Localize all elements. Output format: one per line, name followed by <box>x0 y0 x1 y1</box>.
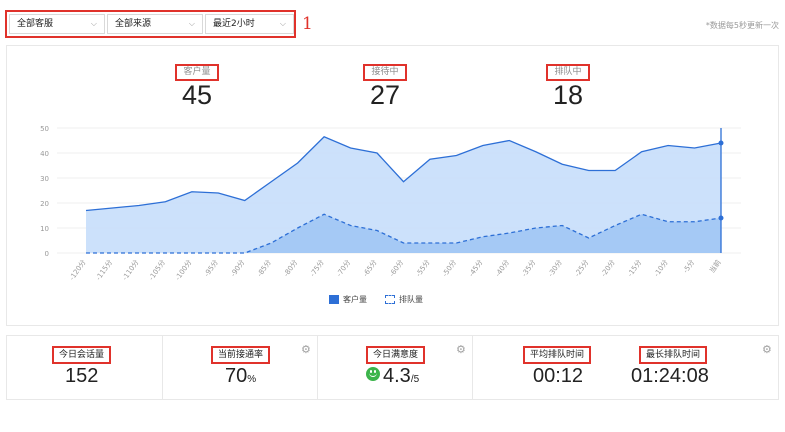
customer-queue-area-chart[interactable]: 0 10 20 30 40 50 -120分 -115分 -110分 -105分 -100分 -95分… <box>7 46 780 291</box>
avg-queue-time-label: 平均排队时间 <box>523 346 592 364</box>
metric-queue-time: 平均排队时间 00:12 最长排队时间 01:24:08 ⚙ <box>472 336 778 399</box>
agent-filter-select[interactable]: 全部客服 ⌵ <box>9 14 105 34</box>
legend-label-queue: 排队量 <box>399 295 423 304</box>
source-filter-value: 全部来源 <box>115 19 152 29</box>
update-note: *数据每5秒更新一次 <box>705 21 779 30</box>
chart-legend: 客户量 排队量 <box>329 294 423 305</box>
metric-sessions-today: 今日会话量 152 <box>7 336 162 399</box>
x-tick-label: -55分 <box>414 258 432 278</box>
x-tick-label: -45分 <box>467 258 485 278</box>
x-tick-label: -65分 <box>361 258 379 278</box>
sessions-today-label: 今日会话量 <box>52 346 112 364</box>
avg-queue-time-value: 00:12 <box>533 365 584 387</box>
x-tick-label: -80分 <box>281 258 299 278</box>
connect-rate-value: 70% <box>225 366 256 390</box>
time-range-value: 最近2小时 <box>213 19 255 29</box>
satisfaction-unit: /5 <box>410 374 420 385</box>
x-tick-label: 当前 <box>707 258 722 275</box>
chevron-down-icon: ⌵ <box>188 19 195 28</box>
satisfaction-label: 今日满意度 <box>366 346 426 364</box>
x-tick-label: -40分 <box>493 258 511 278</box>
x-tick-label: -25分 <box>572 258 590 278</box>
x-tick-label: -35分 <box>519 258 537 278</box>
source-filter-select[interactable]: 全部来源 ⌵ <box>107 14 203 34</box>
x-tick-label: -105分 <box>147 258 168 282</box>
x-tick-label: -5分 <box>681 258 696 275</box>
metric-connect-rate: 当前接通率 70% ⚙ <box>162 336 317 399</box>
x-tick-label: -70分 <box>334 258 352 278</box>
satisfaction-number: 4.3 <box>383 365 411 387</box>
time-range-select[interactable]: 最近2小时 ⌵ <box>205 14 294 34</box>
x-tick-label: -60分 <box>387 258 405 278</box>
annotation-1: 1 <box>302 14 313 34</box>
gear-icon[interactable]: ⚙ <box>456 343 466 356</box>
legend-swatch-customers <box>329 295 339 304</box>
gear-icon[interactable]: ⚙ <box>762 343 772 356</box>
metrics-panel: 今日会话量 152 当前接通率 70% ⚙ 今日满意度 4.3/5 ⚙ 平均排队… <box>6 335 779 400</box>
x-tick-label: -10分 <box>652 258 670 278</box>
x-tick-label: -15分 <box>625 258 643 278</box>
agent-filter-value: 全部客服 <box>17 19 54 29</box>
x-tick-label: -100分 <box>173 258 194 282</box>
x-tick-label: -75分 <box>308 258 326 278</box>
x-tick-label: -20分 <box>599 258 617 278</box>
legend-swatch-queue <box>385 295 395 304</box>
x-tick-label: -85分 <box>255 258 273 278</box>
x-tick-label: -90分 <box>228 258 246 278</box>
y-tick-label: 10 <box>40 225 49 233</box>
y-tick-label: 30 <box>40 175 49 183</box>
x-tick-label: -95分 <box>202 258 220 278</box>
gear-icon[interactable]: ⚙ <box>301 343 311 356</box>
connect-rate-number: 70 <box>225 365 248 387</box>
queue-current-point <box>718 215 724 221</box>
satisfaction-value: 4.3/5 <box>366 366 419 390</box>
chevron-down-icon: ⌵ <box>279 19 286 28</box>
connect-rate-unit: % <box>247 374 257 385</box>
x-tick-label: -115分 <box>94 258 115 282</box>
max-queue-time-label: 最长排队时间 <box>639 346 708 364</box>
customers-current-point <box>718 140 724 146</box>
sessions-today-value: 152 <box>65 365 99 387</box>
legend-label-customers: 客户量 <box>343 295 367 304</box>
realtime-panel: 客户量 45 接待中 27 排队中 18 0 10 20 30 40 50 -120分 -11… <box>6 45 779 326</box>
y-tick-label: 0 <box>45 250 49 258</box>
x-tick-label: -110分 <box>120 258 141 282</box>
smile-icon <box>366 367 380 381</box>
y-tick-label: 20 <box>40 200 49 208</box>
max-queue-time-value: 01:24:08 <box>631 365 709 387</box>
y-tick-label: 40 <box>40 150 49 158</box>
chevron-down-icon: ⌵ <box>90 19 97 28</box>
y-tick-label: 50 <box>40 125 49 133</box>
connect-rate-label: 当前接通率 <box>211 346 271 364</box>
x-tick-label: -120分 <box>67 258 88 282</box>
metric-satisfaction: 今日满意度 4.3/5 ⚙ <box>317 336 472 399</box>
x-tick-label: -50分 <box>440 258 458 278</box>
x-tick-label: -30分 <box>546 258 564 278</box>
filter-bar: 全部客服 ⌵ 全部来源 ⌵ 最近2小时 ⌵ <box>5 10 296 38</box>
